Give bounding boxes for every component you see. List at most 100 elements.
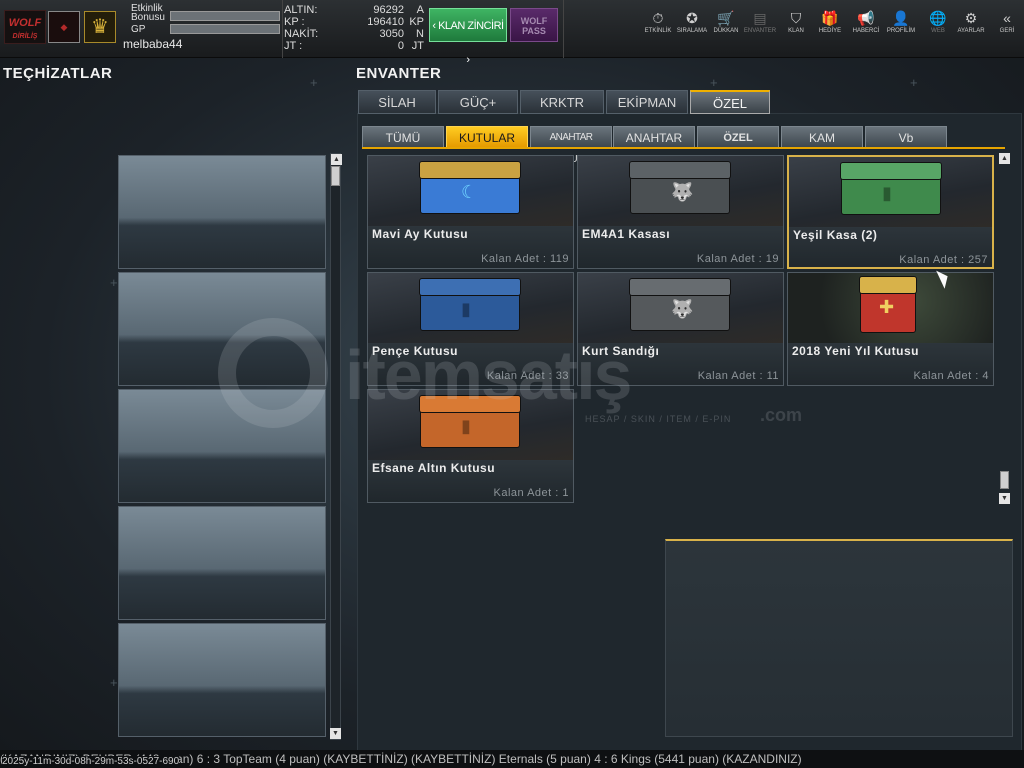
equipment-slot[interactable] [118, 155, 326, 269]
timestamp: 2025y-11m-30d-08h-29m-53s-0527-690 [2, 756, 180, 768]
item-image: ✚ [788, 273, 993, 343]
gift-icon: 🎁 [821, 10, 839, 26]
subtab-5[interactable]: KAM [781, 126, 863, 148]
crate-icon: ▮ [840, 162, 942, 215]
game-logo: WOLF DİRİLİŞ [4, 10, 46, 44]
background-plus-icon: + [110, 675, 118, 690]
nav-ayarlar[interactable]: ⚙ AYARLAR [951, 8, 991, 34]
clan-chain-button[interactable]: ‹ KLAN ZİNCİRİ › [429, 8, 507, 66]
inventory-item-card[interactable]: ☾ Mavi Ay Kutusu Kalan Adet : 119 [367, 155, 574, 269]
equipment-slot[interactable] [118, 506, 326, 620]
item-name: Efsane Altın Kutusu [372, 461, 496, 475]
scroll-down-icon[interactable]: ▼ [330, 728, 341, 739]
currency-value: 0 [397, 40, 404, 52]
currency-unit: N [416, 28, 424, 40]
inventory-item-card[interactable]: 🐺 EM4A1 Kasası Kalan Adet : 19 [577, 155, 784, 269]
item-count: Kalan Adet : 1 [493, 487, 569, 499]
tab-2[interactable]: KRKTR [520, 90, 604, 114]
profile-icon: 👤 [892, 10, 910, 26]
wolf-pass-button[interactable]: WOLF PASS [510, 8, 558, 42]
crate-icon: ☾ [419, 161, 521, 214]
nav-label: GERİ [999, 28, 1015, 34]
item-image: 🐺 [578, 273, 783, 343]
background-plus-icon: + [710, 75, 718, 90]
inventory-title: ENVANTER [356, 65, 442, 82]
nav-envanter[interactable]: ▤ ENVANTER [740, 8, 780, 34]
item-image: ▮ [368, 273, 573, 343]
top-bar: WOLF DİRİLİŞ ◆ ♛ Etkinlik Bonusu GP melbab… [0, 0, 1024, 66]
tab-3[interactable]: EKİPMAN [606, 90, 688, 114]
currency-row: NAKİT: 3050 N [284, 28, 424, 40]
item-image: 🐺 [578, 156, 783, 226]
inventory-item-card[interactable]: ▮ Yeşil Kasa (2) Kalan Adet : 257 [787, 155, 994, 269]
currency-label: ALTIN: [284, 4, 318, 16]
scroll-up-icon[interactable]: ▲ [331, 154, 342, 165]
event-bonus-bar [170, 11, 280, 21]
item-emblem-icon: ☾ [461, 182, 478, 202]
watermark-logo-icon [218, 318, 328, 428]
nav-label: ETKİNLİK [644, 28, 672, 34]
background-plus-icon: + [310, 75, 318, 90]
nav-hedi̇ye[interactable]: 🎁 HEDİYE [810, 8, 850, 34]
scroll-thumb[interactable] [1000, 471, 1009, 489]
item-name: EM4A1 Kasası [582, 227, 671, 241]
currency-unit: JT [411, 40, 424, 52]
currency-unit: A [416, 4, 424, 16]
currency-label: KP : [284, 16, 305, 28]
megaphone-icon: 📢 [857, 10, 875, 26]
equipment-scrollbar[interactable]: ▲ ▼ [330, 153, 342, 740]
item-name: Yeşil Kasa (2) [793, 228, 878, 242]
inventory-item-card[interactable]: ✚ 2018 Yeni Yıl Kutusu Kalan Adet : 4 [787, 272, 994, 386]
equipment-title: TEÇHİZATLAR [3, 65, 113, 82]
tab-4[interactable]: ÖZEL [690, 90, 770, 114]
gear-icon: ⚙ [964, 10, 978, 26]
item-name: 2018 Yeni Yıl Kutusu [792, 344, 919, 358]
item-count: Kalan Adet : 4 [913, 370, 989, 382]
gp-bar [170, 24, 280, 34]
nav-haberci̇[interactable]: 📢 HABERCİ [846, 8, 886, 34]
currency-value: 96292 [373, 4, 404, 16]
subtab-4[interactable]: ÖZEL EŞYALAR [697, 126, 779, 166]
currency-label: JT : [284, 40, 303, 52]
item-count: Kalan Adet : 119 [481, 253, 569, 265]
nav-label: SIRALAMA [676, 28, 708, 34]
crate-icon: 🐺 [629, 161, 731, 214]
nav-label: PROFİLİM [886, 28, 916, 34]
tab-0[interactable]: SİLAH [358, 90, 436, 114]
nav-label: WEB [931, 28, 945, 34]
item-emblem-icon: ▮ [882, 183, 892, 203]
subtab-2[interactable]: ANAHTAR KUTUSU [530, 126, 612, 165]
nav-profi̇li̇m[interactable]: 👤 PROFİLİM [881, 8, 921, 34]
nav-label: ENVANTER [743, 28, 777, 34]
nav-label: HEDİYE [818, 28, 842, 34]
scroll-thumb[interactable] [331, 166, 340, 186]
inventory-scrollbar[interactable]: ▲ ▼ [999, 153, 1010, 504]
currency-value: 196410 [367, 16, 404, 28]
nav-label: HABERCİ [852, 28, 880, 34]
item-emblem-icon: ▮ [461, 299, 471, 319]
scroll-down-icon[interactable]: ▼ [999, 493, 1010, 504]
subtab-0[interactable]: TÜMÜ [362, 126, 444, 148]
scroll-up-icon[interactable]: ▲ [999, 153, 1010, 164]
currency-row: ALTIN: 96292 A [284, 4, 424, 16]
currency-label: NAKİT: [284, 28, 319, 40]
currency-value: 3050 [379, 28, 404, 40]
nav-geri̇[interactable]: « GERİ [987, 8, 1024, 34]
crate-icon: ▮ [419, 278, 521, 331]
tab-1[interactable]: GÜÇ+ [438, 90, 518, 114]
equipment-slot[interactable] [118, 623, 326, 737]
subtab-6[interactable]: Vb [865, 126, 947, 148]
currency-row: JT : 0 JT [284, 40, 424, 52]
clan-emblem-icon[interactable]: ◆ [48, 11, 80, 43]
nav-label: KLAN [788, 28, 804, 34]
watermark-tagline: HESAP / SKIN / ITEM / E-PIN [585, 414, 732, 424]
item-emblem-icon: 🐺 [671, 182, 694, 202]
rank-badge-icon[interactable]: ♛ [84, 11, 116, 43]
item-image: ▮ [789, 157, 992, 227]
subtab-3[interactable]: ANAHTAR [613, 126, 695, 148]
currency-unit: KP [409, 16, 424, 28]
currency-row: KP : 196410 KP [284, 16, 424, 28]
subtab-1[interactable]: KUTULAR [446, 126, 528, 148]
background-plus-icon: + [910, 75, 918, 90]
item-image: ☾ [368, 156, 573, 226]
